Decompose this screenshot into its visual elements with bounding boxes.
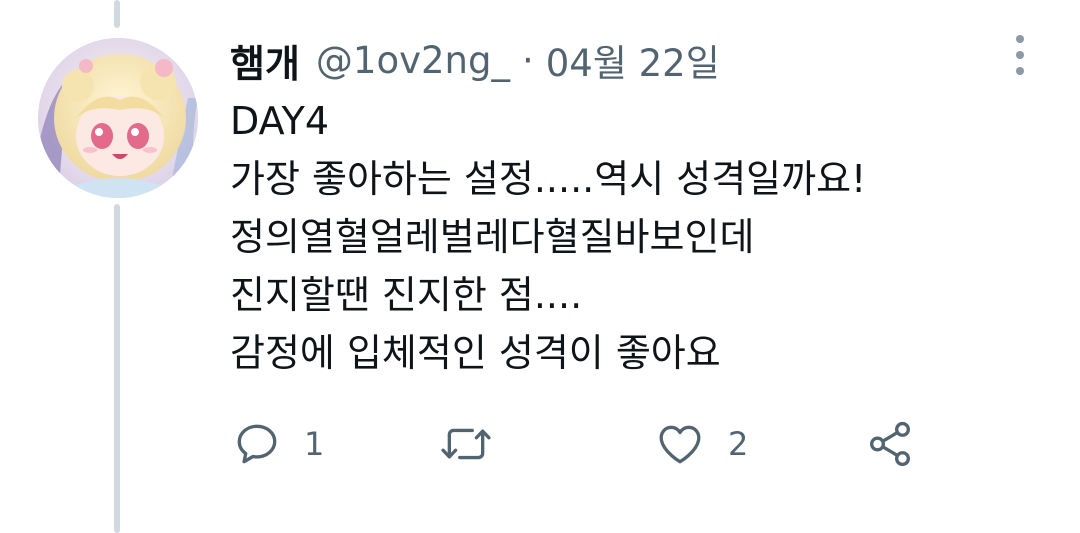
more-icon-dot	[1016, 67, 1024, 75]
retweet-button[interactable]	[438, 416, 516, 472]
reply-icon	[237, 424, 277, 464]
thread-line-bottom	[114, 204, 120, 533]
thread-line-top	[114, 0, 120, 28]
reply-count: 1	[304, 425, 325, 463]
tweet-text-line: 정의열혈얼레벌레다혈질바보인데	[230, 215, 755, 259]
reply-button[interactable]: 1	[232, 416, 324, 472]
avatar-image	[38, 38, 198, 198]
share-icon	[870, 421, 910, 467]
display-name[interactable]: 햄개	[230, 33, 300, 88]
more-icon-dot	[1016, 51, 1024, 59]
header-separator: ·	[521, 38, 534, 82]
tweet-actions: 1 2	[0, 416, 1080, 472]
tweet-text-line: DAY4	[230, 99, 330, 143]
more-icon	[1016, 35, 1024, 43]
like-icon	[659, 425, 701, 464]
tweet-text-line: 진지할땐 진지한 점....	[230, 273, 583, 317]
tweet-text-line: 감정에 입체적인 성격이 좋아요	[230, 331, 721, 375]
share-button[interactable]	[864, 416, 916, 472]
user-handle[interactable]: @1ov2ng_	[316, 39, 510, 82]
like-count: 2	[728, 425, 749, 463]
avatar[interactable]	[38, 38, 198, 198]
tweet-text: DAY4 가장 좋아하는 설정.....역시 성격일까요! 정의열혈얼레벌레다혈…	[230, 92, 1050, 382]
tweet-header: 햄개 @1ov2ng_ · 04월 22일	[230, 32, 720, 88]
more-button[interactable]	[1000, 30, 1040, 80]
tweet-text-line: 가장 좋아하는 설정.....역시 성격일까요!	[230, 157, 867, 201]
like-button[interactable]: 2	[654, 416, 748, 472]
retweet-icon	[441, 428, 491, 460]
timestamp[interactable]: 04월 22일	[546, 33, 720, 87]
